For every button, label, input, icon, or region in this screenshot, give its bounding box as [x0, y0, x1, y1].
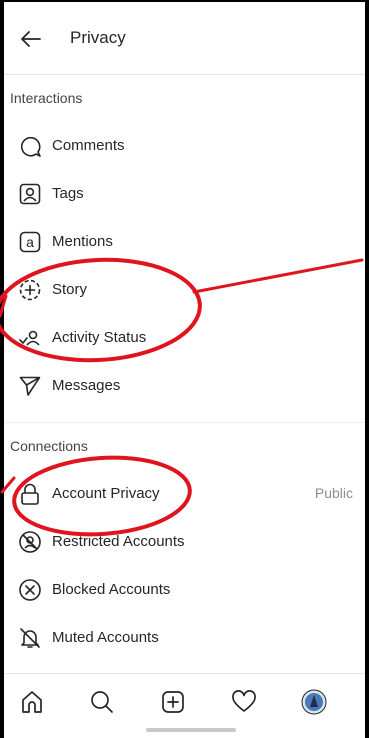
settings-item-label: Blocked Accounts [52, 581, 171, 598]
settings-item-label: Account Privacy [52, 485, 160, 502]
settings-item-muted-accounts[interactable]: Muted Accounts [4, 616, 365, 660]
section-label-interactions: Interactions [10, 90, 83, 106]
page-title: Privacy [70, 28, 126, 47]
settings-item-label: Muted Accounts [52, 629, 159, 646]
tag-icon [19, 183, 41, 205]
svg-text:a: a [26, 234, 34, 250]
settings-item-story[interactable]: Story [4, 268, 365, 312]
muted-bell-icon [20, 628, 40, 648]
bottom-navigation [4, 673, 365, 738]
settings-item-label: Mentions [52, 233, 113, 250]
story-icon [19, 279, 41, 301]
settings-item-label: Restricted Accounts [52, 533, 185, 550]
settings-item-account-privacy[interactable]: Account Privacy Public [4, 472, 365, 516]
search-icon[interactable] [88, 688, 116, 716]
settings-item-label: Comments [52, 137, 125, 154]
mention-icon: a [19, 231, 41, 253]
restricted-icon [19, 531, 41, 553]
comment-icon [20, 136, 41, 157]
blocked-icon [19, 579, 41, 601]
settings-item-messages[interactable]: Messages [4, 364, 365, 408]
settings-item-restricted-accounts[interactable]: Restricted Accounts [4, 520, 365, 564]
lock-icon [21, 483, 39, 505]
settings-item-activity-status[interactable]: Activity Status [4, 316, 365, 360]
settings-item-tags[interactable]: Tags [4, 172, 365, 216]
activity-status-icon [19, 330, 40, 346]
settings-item-label: Activity Status [52, 329, 147, 346]
settings-item-label: Messages [52, 377, 121, 394]
account-privacy-value: Public [314, 485, 353, 501]
section-divider [4, 422, 365, 423]
home-icon[interactable] [18, 688, 46, 716]
back-arrow-icon[interactable] [18, 26, 44, 52]
top-bar: Privacy [4, 2, 365, 75]
heart-icon[interactable] [230, 688, 258, 716]
settings-item-label: Story [52, 281, 88, 298]
home-indicator [146, 728, 236, 732]
settings-item-label: Tags [52, 185, 84, 202]
new-post-icon[interactable] [159, 688, 187, 716]
settings-item-comments[interactable]: Comments [4, 124, 365, 168]
section-label-connections: Connections [10, 438, 88, 454]
profile-avatar[interactable] [300, 688, 328, 716]
settings-item-blocked-accounts[interactable]: Blocked Accounts [4, 568, 365, 612]
messages-icon [19, 376, 41, 396]
settings-item-mentions[interactable]: a Mentions [4, 220, 365, 264]
